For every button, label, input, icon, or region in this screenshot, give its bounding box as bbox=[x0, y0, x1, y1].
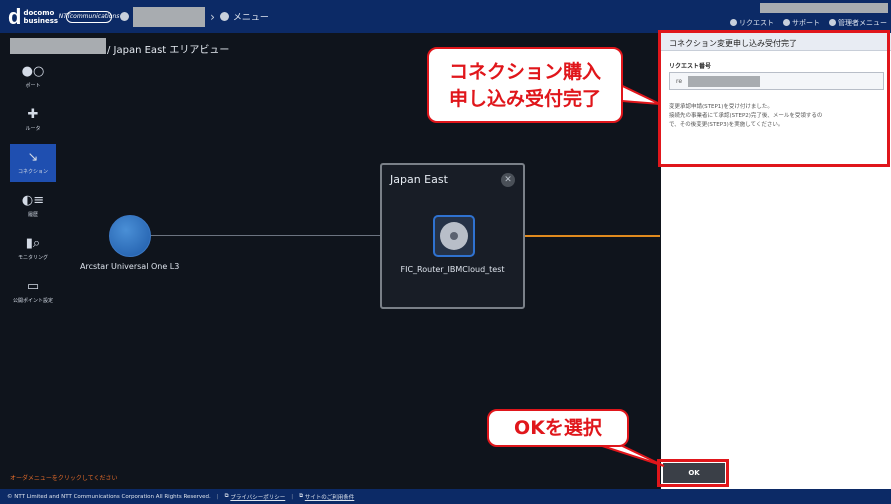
privacy-link[interactable]: プライバシーポリシー bbox=[230, 493, 285, 501]
ok-callout: OKを選択 bbox=[487, 409, 629, 447]
terms-link[interactable]: サイトのご利用条件 bbox=[305, 493, 355, 501]
app-footer: © NTT Limited and NTT Communications Cor… bbox=[0, 489, 891, 504]
copyright: © NTT Limited and NTT Communications Cor… bbox=[7, 493, 211, 500]
completion-callout: コネクション購入 申し込み受付完了 bbox=[427, 47, 623, 123]
